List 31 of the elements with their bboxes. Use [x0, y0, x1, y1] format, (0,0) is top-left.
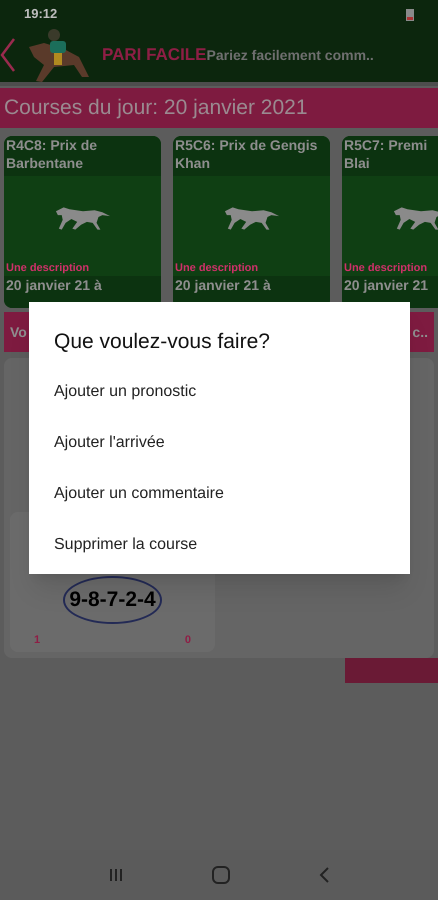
race-title: R4C8: Prix de [6, 136, 98, 154]
race-date: 20 janvier 21 à [6, 276, 103, 294]
race-description: Une description [174, 260, 260, 276]
home-icon[interactable] [212, 866, 230, 884]
recent-apps-icon[interactable] [108, 867, 124, 883]
status-time: 19:12 [24, 5, 58, 24]
race-title: Barbentane [6, 154, 84, 172]
race-description: Une description [5, 260, 90, 276]
app-tagline: Pariez facilement comm.. [206, 46, 374, 64]
race-title: R5C7: Premi [344, 136, 428, 154]
back-nav-icon[interactable] [318, 867, 330, 883]
race-date: 20 janvier 21 à [175, 276, 272, 294]
dialog-option[interactable]: Ajouter un pronostic [54, 380, 385, 430]
battery-icon [406, 8, 414, 20]
back-icon[interactable] [0, 37, 16, 73]
banner-title: Courses du jour: 20 janvier 2021 [4, 95, 308, 122]
section-right-text: c.. [412, 322, 428, 342]
race-title: Blai [344, 154, 371, 172]
dialog-title: Que voulez-vous faire? [54, 329, 271, 355]
prognosis-numbers: 9-8-7-2-4 [63, 576, 162, 624]
race-card[interactable]: R4C8: Prix de Barbentane Une description 20 janvier 21 à [4, 136, 161, 308]
dialog-option[interactable]: Ajouter l'arrivée [54, 430, 385, 482]
stat-value: 1 [34, 632, 40, 648]
stat-value: 0 [184, 632, 191, 648]
race-title: R5C6: Prix de Gengis [175, 136, 318, 154]
race-title: Khan [175, 154, 211, 172]
section-left-text: Vo [10, 322, 27, 342]
race-date: 20 janvier 21 [344, 276, 430, 294]
app-name: PARI FACILE [102, 44, 207, 66]
race-card[interactable]: R5C7: Premi Blai Une description 20 janvier 21 [342, 136, 438, 308]
race-description: Une description [343, 260, 428, 276]
